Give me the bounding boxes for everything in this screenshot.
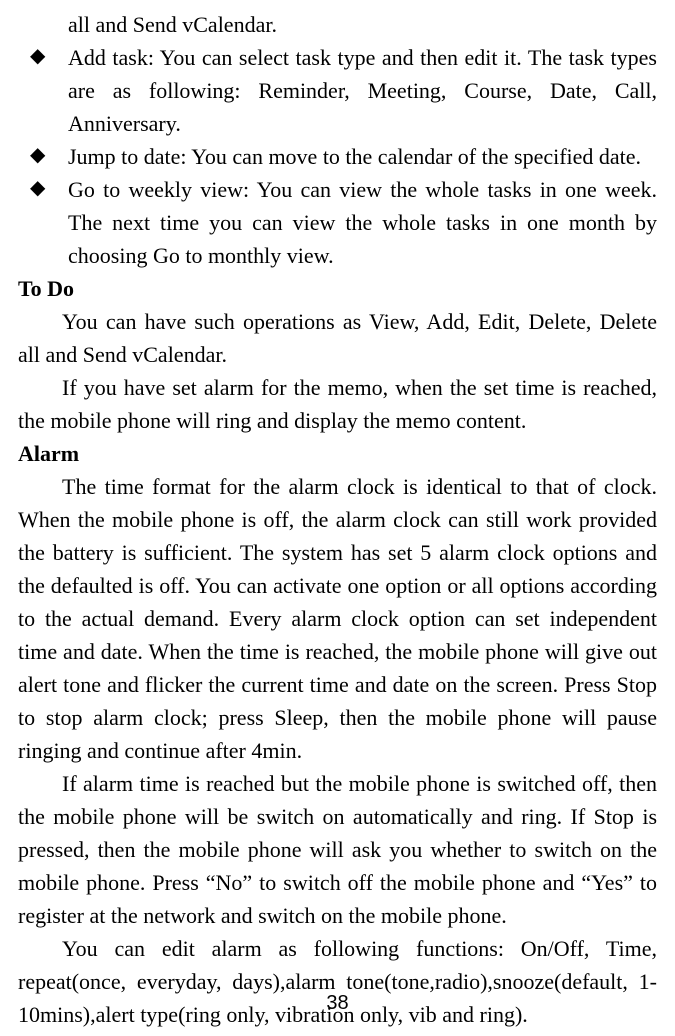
heading-alarm: Alarm bbox=[18, 437, 657, 470]
bullet-text: Go to weekly view: You can view the whol… bbox=[68, 173, 657, 272]
diamond-bullet-icon: ◆ bbox=[18, 140, 68, 173]
paragraph: The time format for the alarm clock is i… bbox=[18, 470, 657, 767]
bullet-text: Jump to date: You can move to the calend… bbox=[68, 140, 657, 173]
diamond-bullet-icon: ◆ bbox=[18, 41, 68, 140]
bullet-text: Add task: You can select task type and t… bbox=[68, 41, 657, 140]
continuation-line: all and Send vCalendar. bbox=[18, 8, 657, 41]
paragraph: If alarm time is reached but the mobile … bbox=[18, 767, 657, 932]
heading-todo: To Do bbox=[18, 272, 657, 305]
bullet-item: ◆ Add task: You can select task type and… bbox=[18, 41, 657, 140]
paragraph: If you have set alarm for the memo, when… bbox=[18, 371, 657, 437]
bullet-item: ◆ Go to weekly view: You can view the wh… bbox=[18, 173, 657, 272]
paragraph: You can have such operations as View, Ad… bbox=[18, 305, 657, 371]
diamond-bullet-icon: ◆ bbox=[18, 173, 68, 272]
bullet-item: ◆ Jump to date: You can move to the cale… bbox=[18, 140, 657, 173]
page-number: 38 bbox=[0, 988, 675, 1018]
